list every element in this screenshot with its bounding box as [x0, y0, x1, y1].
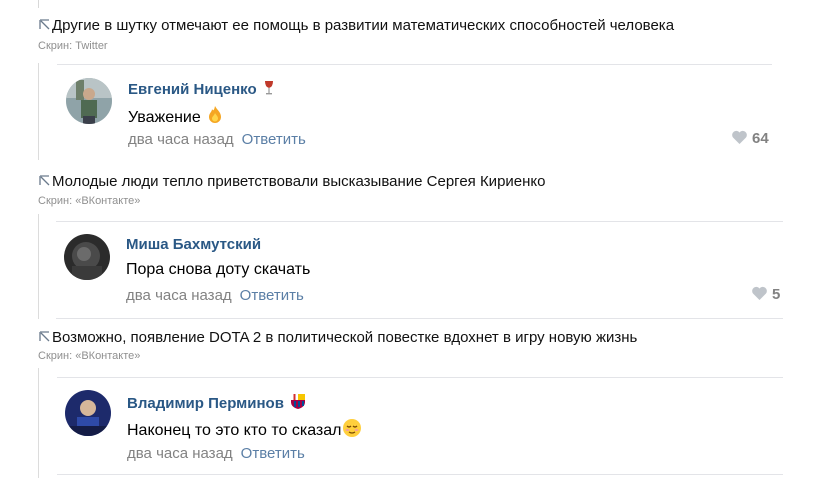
comment-time[interactable]: два часа назад	[128, 131, 234, 148]
comment-text: Уважение	[128, 105, 225, 130]
avatar[interactable]	[66, 78, 112, 124]
reply-link[interactable]: Ответить	[241, 445, 305, 462]
author-name[interactable]: Миша Бахмутский	[126, 236, 261, 253]
relieved-face-emoji-icon	[342, 418, 362, 443]
fc-barcelona-crest-icon	[290, 393, 306, 414]
comment-time[interactable]: два часа назад	[126, 287, 232, 304]
comment-thread-left-line	[38, 63, 39, 160]
screenshot-credit: Скрин: «ВКонтакте»	[38, 350, 141, 362]
comment-thread-left-line	[38, 368, 39, 478]
comment-author[interactable]: Владимир Перминов	[127, 393, 306, 414]
comment-thread-left-line	[38, 214, 39, 319]
expand-arrow-icon	[39, 175, 50, 186]
comment-text: Пора снова доту скачать	[126, 261, 311, 278]
screenshot-credit: Скрин: Twitter	[38, 40, 108, 52]
expand-arrow-icon	[39, 331, 50, 342]
fire-emoji-icon	[205, 105, 225, 130]
comment-text: Наконец то это кто то сказал	[127, 418, 362, 443]
comment-author[interactable]: Миша Бахмутский	[126, 236, 261, 253]
wine-glass-icon	[263, 80, 275, 100]
reply-link[interactable]: Ответить	[242, 131, 306, 148]
like-button[interactable]: 5	[751, 286, 780, 303]
like-button[interactable]: 64	[731, 130, 769, 147]
expand-arrow-icon	[39, 19, 50, 30]
comment-time[interactable]: два часа назад	[127, 445, 233, 462]
comment-top-divider	[57, 377, 783, 378]
avatar[interactable]	[64, 234, 110, 280]
heart-icon	[732, 130, 747, 144]
comment-bottom-divider	[56, 318, 783, 319]
top-divider-line	[38, 0, 39, 8]
heart-icon	[752, 286, 767, 300]
next-caption-partial	[38, 484, 458, 489]
caption-text: Другие в шутку отмечают ее помощь в разв…	[52, 17, 675, 34]
comment-bottom-divider	[57, 474, 783, 475]
like-count: 64	[752, 130, 769, 147]
caption-text: Молодые люди тепло приветствовали высказ…	[52, 173, 546, 190]
comment-top-divider	[57, 64, 772, 65]
post-caption: Другие в шутку отмечают ее помощь в разв…	[38, 17, 674, 34]
comment-top-divider	[56, 221, 783, 222]
avatar[interactable]	[65, 390, 111, 436]
comment-author[interactable]: Евгений Ниценко	[128, 80, 275, 100]
post-caption: Возможно, появление DOTA 2 в политическо…	[38, 329, 637, 346]
comment-meta: два часа назад Ответить	[127, 445, 305, 462]
comment-meta: два часа назад Ответить	[128, 131, 306, 148]
reply-link[interactable]: Ответить	[240, 287, 304, 304]
caption-text: Возможно, появление DOTA 2 в политическо…	[52, 329, 638, 346]
comment-meta: два часа назад Ответить	[126, 287, 304, 304]
screenshot-credit: Скрин: «ВКонтакте»	[38, 195, 141, 207]
post-caption: Молодые люди тепло приветствовали высказ…	[38, 173, 545, 190]
like-count: 5	[772, 286, 781, 303]
author-name[interactable]: Евгений Ниценко	[128, 81, 257, 98]
author-name[interactable]: Владимир Перминов	[127, 395, 284, 412]
